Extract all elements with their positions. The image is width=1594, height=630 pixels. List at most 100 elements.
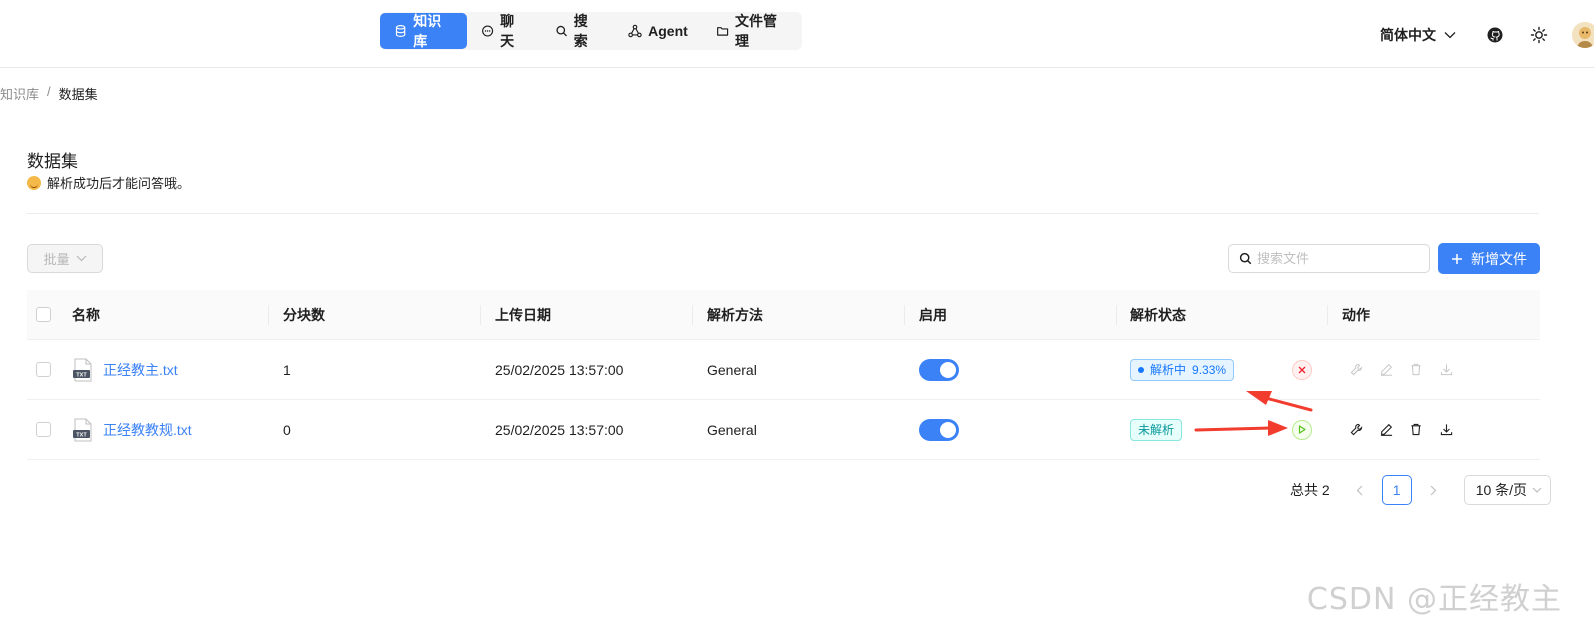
nav-tab-chat[interactable]: 聊天 — [467, 13, 541, 49]
cancel-parse-button[interactable] — [1292, 359, 1312, 380]
breadcrumb-current: 数据集 — [58, 87, 98, 102]
chevron-left-icon — [1356, 485, 1363, 495]
actions-cell — [1347, 400, 1455, 459]
column-separator — [692, 305, 693, 325]
row-checkbox[interactable] — [36, 422, 51, 437]
column-separator — [1327, 305, 1328, 325]
language-label: 简体中文 — [1380, 27, 1436, 43]
delete-button[interactable] — [1407, 361, 1425, 379]
page-number-button[interactable]: 1 — [1381, 475, 1412, 505]
download-icon — [1440, 424, 1452, 436]
file-name-cell: TXT 正经教教规.txt — [72, 400, 192, 459]
actions-cell — [1347, 340, 1455, 399]
row-actions — [1347, 421, 1455, 439]
close-icon — [1298, 366, 1306, 373]
language-selector[interactable]: 简体中文 — [1380, 25, 1456, 45]
search-field[interactable] — [1228, 244, 1430, 273]
pagination: 总共 2 1 10 条/页 — [1290, 475, 1551, 505]
breadcrumb-parent[interactable]: 知识库 — [0, 84, 39, 103]
table-row: TXT 正经教教规.txt 0 25/02/2025 13:57:00 Gene… — [27, 400, 1540, 460]
status-label: 未解析 — [1138, 423, 1175, 437]
sun-icon — [1530, 26, 1548, 44]
header-name[interactable]: 名称 — [72, 290, 100, 339]
chevron-down-icon — [1532, 487, 1542, 493]
select-all-checkbox[interactable] — [36, 307, 51, 322]
table-header: 名称 分块数 上传日期 解析方法 启用 解析状态 动作 — [27, 290, 1540, 340]
chevron-down-icon — [1444, 32, 1456, 39]
nav-tab-file-management[interactable]: 文件管理 — [702, 13, 802, 49]
nav-tab-search[interactable]: 搜索 — [541, 13, 615, 49]
search-icon — [555, 25, 567, 37]
trash-icon — [1411, 423, 1421, 436]
search-input[interactable] — [1257, 251, 1417, 266]
header-parse-method[interactable]: 解析方法 — [707, 290, 763, 339]
add-file-button[interactable]: 新增文件 — [1438, 243, 1540, 274]
header-enabled[interactable]: 启用 — [919, 290, 947, 339]
user-avatar[interactable] — [1572, 22, 1594, 48]
nav-tab-label: 搜索 — [573, 13, 588, 49]
file-name-link[interactable]: 正经教教规.txt — [103, 420, 192, 440]
settings-button[interactable] — [1347, 421, 1365, 439]
page-size-select[interactable]: 10 条/页 — [1463, 475, 1551, 505]
row-select-cell — [36, 400, 51, 459]
nav-tab-label: 文件管理 — [735, 13, 778, 49]
breadcrumb: 知识库 / 数据集 — [0, 84, 98, 103]
nav-tab-label: Agent — [648, 23, 688, 39]
plus-icon — [1452, 253, 1462, 264]
enable-toggle-cell — [919, 340, 959, 399]
header-upload-date[interactable]: 上传日期 — [495, 290, 551, 339]
pagination-total: 总共 2 — [1290, 482, 1330, 498]
table-row: TXT 正经教主.txt 1 25/02/2025 13:57:00 Gener… — [27, 340, 1540, 400]
batch-button[interactable]: 批量 — [27, 244, 103, 273]
prev-page-button[interactable] — [1346, 476, 1374, 504]
trash-icon — [1411, 363, 1421, 376]
nav-tab-knowledge-base[interactable]: 知识库 — [380, 13, 467, 49]
search-icon — [1239, 252, 1252, 265]
breadcrumb-separator: / — [47, 84, 51, 99]
delete-button[interactable] — [1407, 421, 1425, 439]
enable-toggle[interactable] — [919, 418, 959, 441]
main-nav: 知识库 聊天 搜索 Agent 文件管理 — [380, 12, 802, 50]
column-separator — [904, 305, 905, 325]
next-page-button[interactable] — [1420, 476, 1448, 504]
file-name-link[interactable]: 正经教主.txt — [103, 360, 178, 380]
header-chunks[interactable]: 分块数 — [283, 290, 325, 339]
header-parse-status[interactable]: 解析状态 — [1130, 290, 1186, 339]
page-subtitle: 解析成功后才能问答哦。 — [27, 173, 190, 192]
theme-toggle-button[interactable] — [1528, 24, 1550, 46]
header-actions: 动作 — [1342, 306, 1370, 323]
status-badge: 未解析 — [1130, 418, 1183, 441]
rename-button[interactable] — [1377, 361, 1395, 379]
page-size-value: 10 条/页 — [1475, 482, 1528, 498]
header-right: 简体中文 — [1380, 22, 1594, 48]
download-button[interactable] — [1437, 421, 1455, 439]
column-separator — [1116, 305, 1117, 325]
row-checkbox[interactable] — [36, 362, 51, 377]
upload-date: 25/02/2025 13:57:00 — [495, 361, 624, 378]
chevron-down-icon — [76, 255, 86, 262]
wrench-icon — [1350, 423, 1362, 436]
parse-method: General — [707, 361, 757, 378]
download-button[interactable] — [1437, 361, 1455, 379]
cancel-parse-cell — [1292, 340, 1312, 399]
database-icon — [395, 25, 406, 37]
download-icon — [1440, 364, 1452, 376]
github-button[interactable] — [1484, 24, 1506, 46]
enable-toggle[interactable] — [919, 358, 959, 381]
nav-tab-label: 知识库 — [413, 13, 442, 49]
watermark: CSDN @正经教主 — [1306, 582, 1562, 617]
page-subtitle-text: 解析成功后才能问答哦。 — [47, 176, 191, 191]
avatar-image — [1572, 22, 1594, 48]
chunk-count: 0 — [283, 421, 291, 438]
nav-tab-agent[interactable]: Agent — [614, 13, 702, 49]
parse-method: General — [707, 421, 757, 438]
rename-button[interactable] — [1377, 421, 1395, 439]
run-parse-button[interactable] — [1292, 419, 1312, 440]
select-all-cell — [36, 290, 51, 339]
settings-button[interactable] — [1347, 361, 1365, 379]
txt-file-icon: TXT — [73, 418, 92, 441]
row-select-cell — [36, 340, 51, 399]
svg-text:TXT: TXT — [76, 372, 87, 378]
edit-icon — [1380, 423, 1392, 436]
add-file-label: 新增文件 — [1471, 250, 1527, 267]
